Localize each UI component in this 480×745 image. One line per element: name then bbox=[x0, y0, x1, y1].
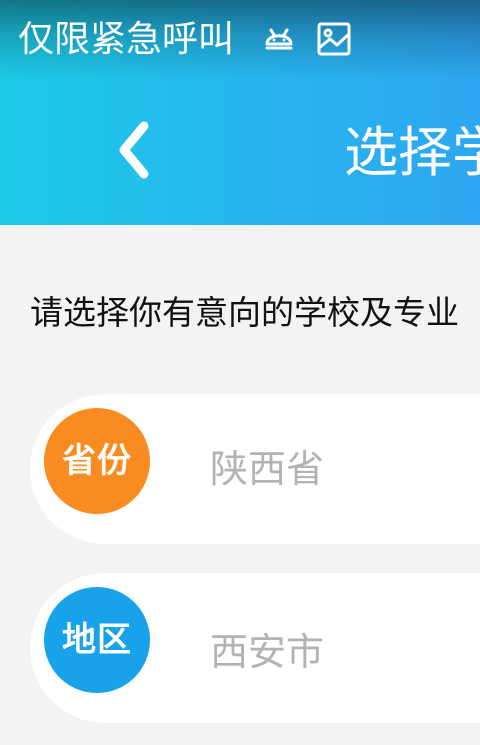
region-value: 西安市 bbox=[210, 630, 325, 674]
status-text: 仅限紧急呼叫 bbox=[18, 19, 235, 60]
selection-prompt: 请选择你有意向的学校及专业 bbox=[30, 293, 459, 332]
android-icon bbox=[260, 20, 298, 58]
page-title: 选择学 bbox=[344, 121, 480, 184]
image-icon bbox=[315, 20, 353, 58]
chevron-left-icon bbox=[119, 121, 149, 179]
province-badge-icon: 省份 bbox=[44, 408, 150, 514]
screen: 仅限紧急呼叫 选择学 请选择你有意向的学校及专业 省份 陕西省 地区 西安市 bbox=[0, 0, 480, 745]
region-badge-icon: 地区 bbox=[44, 587, 150, 693]
back-button[interactable] bbox=[104, 112, 168, 188]
province-value: 陕西省 bbox=[210, 447, 325, 491]
header-bar: 仅限紧急呼叫 选择学 bbox=[0, 0, 480, 225]
province-selector[interactable]: 省份 陕西省 bbox=[30, 394, 480, 544]
region-selector[interactable]: 地区 西安市 bbox=[30, 573, 480, 723]
status-bar: 仅限紧急呼叫 bbox=[0, 0, 480, 80]
